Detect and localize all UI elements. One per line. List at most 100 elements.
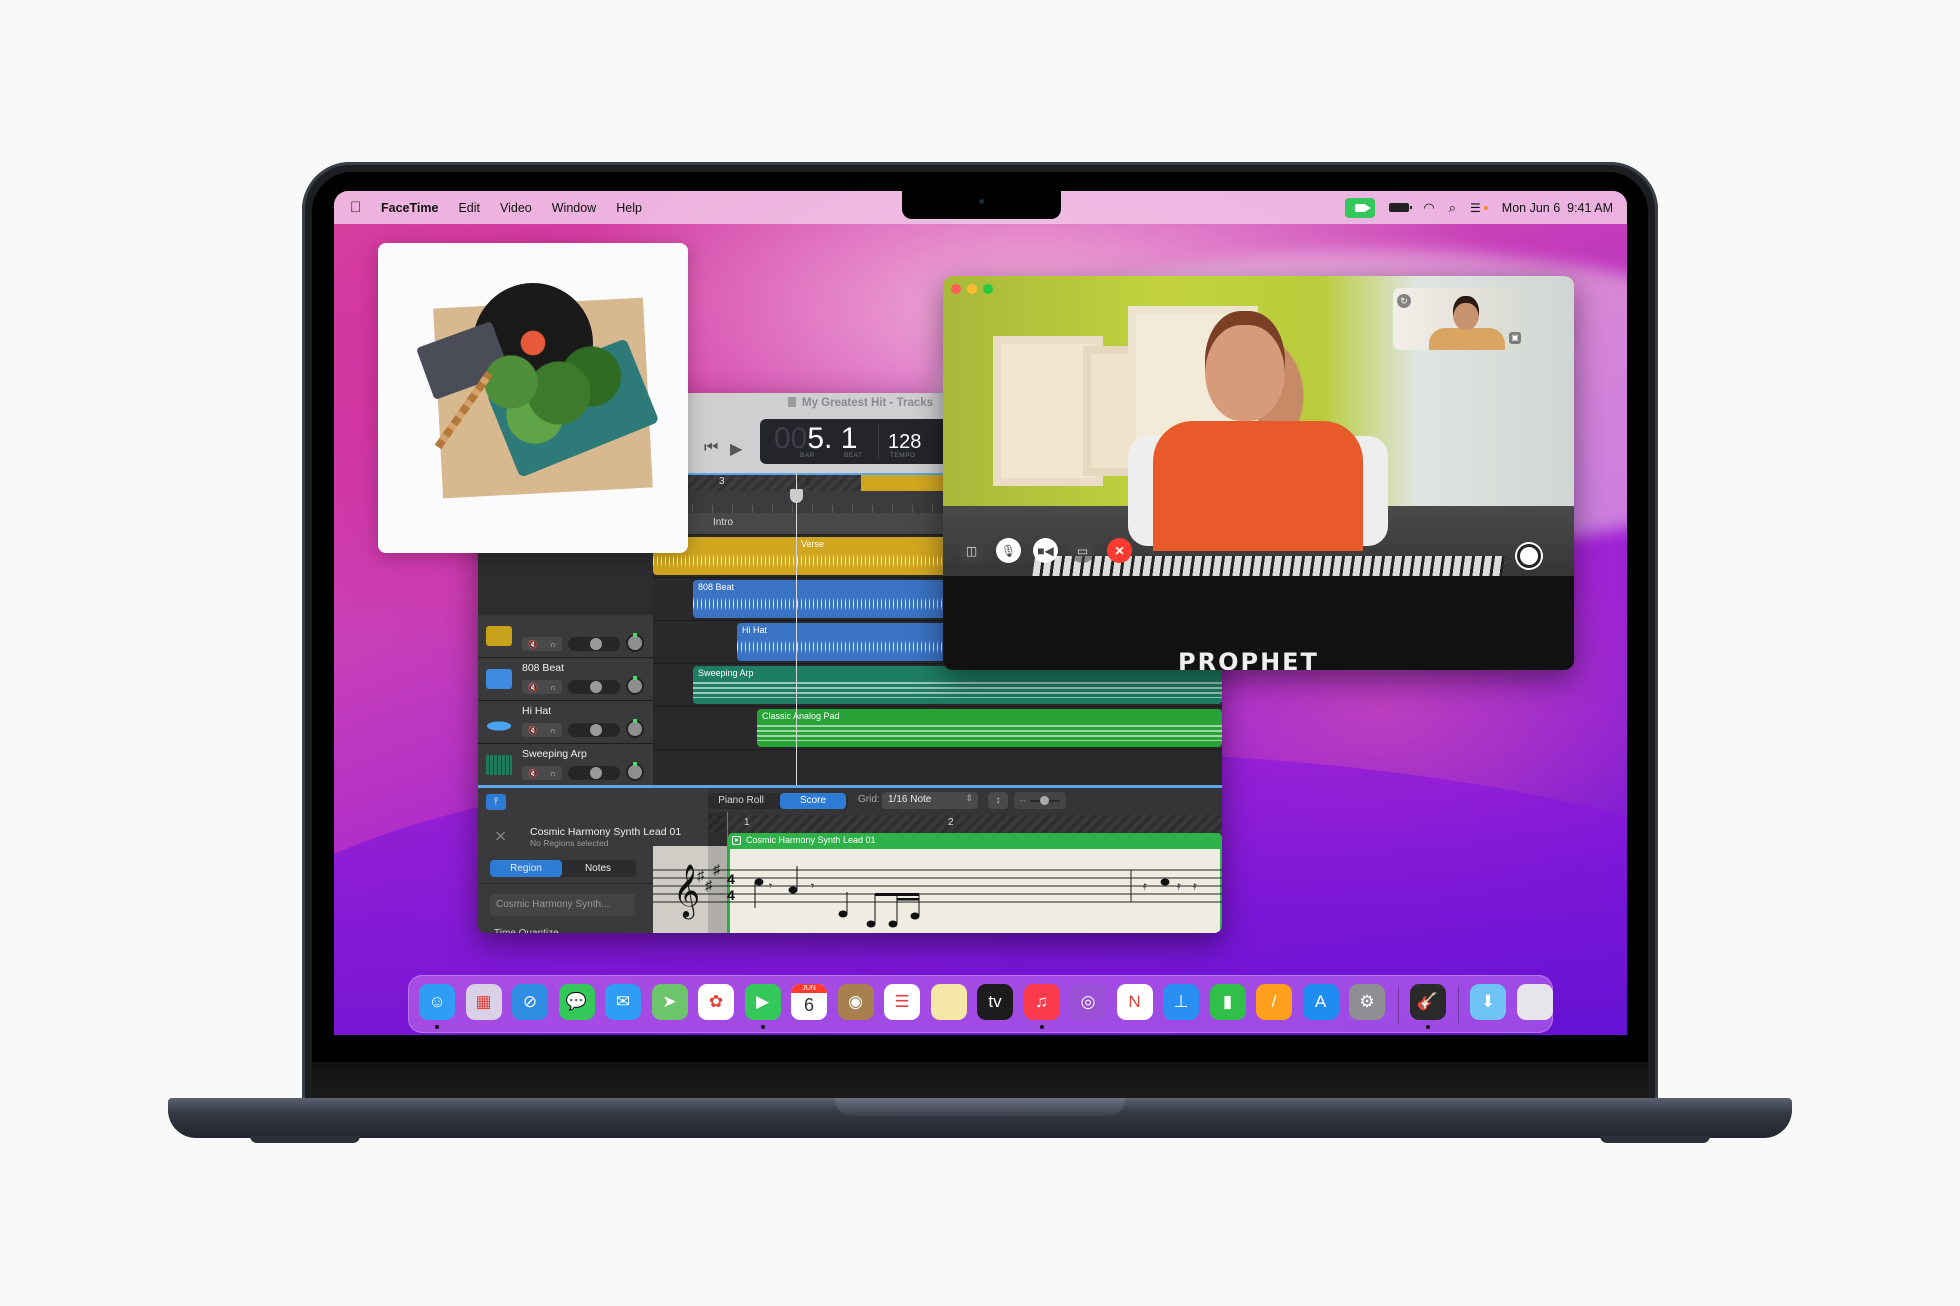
mute-icon[interactable]: 🔇 (528, 769, 538, 778)
system-preferences-icon[interactable]: ⚙ (1349, 984, 1385, 1020)
pan-knob[interactable] (626, 676, 644, 695)
reminders-icon[interactable]: ☰ (884, 984, 920, 1020)
fit-content-button[interactable]: ↕ (988, 792, 1008, 809)
sidebar-button[interactable]: ◫ (959, 538, 984, 563)
minimize-button[interactable] (967, 284, 977, 294)
volume-slider[interactable] (568, 637, 620, 651)
headphones-icon[interactable]: ∩ (550, 726, 556, 735)
facetime-icon[interactable]: ▶ (744, 984, 781, 1020)
podcasts-icon[interactable]: ◎ (1070, 984, 1106, 1020)
mute-icon[interactable]: 🔇 (528, 640, 538, 649)
facetime-active-indicator[interactable] (1345, 197, 1376, 218)
safari-icon[interactable]: ⊘ (512, 984, 548, 1020)
headphones-icon[interactable]: ∩ (550, 769, 556, 778)
volume-slider[interactable] (568, 723, 620, 737)
apple-tv-icon[interactable]: tv (977, 984, 1013, 1020)
region-notes-segmented: Region Notes (490, 860, 636, 877)
tab-notes[interactable]: Notes (562, 860, 634, 877)
launchpad-icon[interactable]: ▦ (465, 984, 502, 1020)
news-icon[interactable]: N (1116, 984, 1153, 1020)
menu-date: Mon Jun 6 (1501, 200, 1561, 215)
portrait-mode-icon[interactable]: ▣ (1509, 332, 1521, 344)
close-button[interactable] (951, 284, 961, 294)
trash-icon[interactable] (1516, 984, 1553, 1020)
end-call-button[interactable]: ✕ (1107, 538, 1132, 563)
camera-button[interactable]: ■◀ (1033, 538, 1058, 563)
grid-select[interactable]: 1/16 Note ⇕ (882, 792, 978, 809)
playhead-handle[interactable] (790, 489, 803, 503)
share-screen-button[interactable]: ▭ (1070, 538, 1095, 563)
volume-slider[interactable] (568, 766, 620, 780)
battery-icon[interactable] (1389, 203, 1413, 212)
tab-piano-roll[interactable]: Piano Roll (708, 793, 774, 809)
rewind-button[interactable]: ⏮ (704, 439, 718, 457)
finder-icon[interactable]: ☺ (419, 984, 455, 1020)
mute-icon[interactable]: 🔇 (528, 726, 538, 735)
headphones-icon[interactable]: ∩ (550, 640, 556, 649)
play-button[interactable]: ▶ (730, 439, 742, 459)
menu-help[interactable]: Help (616, 201, 642, 215)
live-photo-shutter-button[interactable] (1517, 544, 1541, 568)
tab-region[interactable]: Region (490, 860, 562, 877)
track-header[interactable]: 808 Beat 🔇 ∩ (478, 658, 653, 701)
volume-slider[interactable] (568, 680, 620, 694)
zoom-button[interactable] (983, 284, 993, 294)
horizontal-zoom-slider[interactable]: ↔ (1014, 792, 1066, 809)
album-art-card[interactable] (378, 243, 688, 553)
arrangement-marker-intro[interactable]: Intro (713, 517, 733, 528)
wifi-icon[interactable]: ◠ (1423, 200, 1434, 216)
menu-app-name[interactable]: FaceTime (381, 201, 438, 215)
art-plants (463, 338, 623, 448)
mute-solo-buttons[interactable]: 🔇 ∩ (522, 723, 562, 737)
pan-knob[interactable] (626, 762, 644, 781)
editor-ruler[interactable]: 1 2 (708, 815, 1222, 833)
search-icon[interactable]: ⌕ (1449, 200, 1456, 216)
rotate-icon[interactable]: ↻ (1397, 294, 1411, 308)
mute-icon[interactable]: 🔇 (528, 683, 538, 692)
pan-knob[interactable] (626, 633, 644, 652)
headphones-icon[interactable]: ∩ (550, 683, 556, 692)
desktop:  FaceTime Edit Video Window Help ◠ ⌕ ☰ … (334, 191, 1627, 1035)
menu-clock[interactable]: Mon Jun 6 9:41 AM (1502, 201, 1613, 215)
tab-score[interactable]: Score (780, 793, 846, 809)
notes-icon[interactable] (930, 984, 967, 1020)
music-icon[interactable]: ♫ (1023, 984, 1060, 1020)
track-header[interactable]: 🔇 ∩ (478, 615, 653, 658)
track-header[interactable]: Sweeping Arp 🔇 ∩ (478, 744, 653, 787)
apple-menu-icon[interactable]:  (350, 200, 363, 215)
self-view-pip[interactable]: ↻ ▣ (1393, 288, 1527, 350)
score-region-header[interactable]: Cosmic Harmony Synth Lead 01 (728, 833, 1222, 849)
menu-edit[interactable]: Edit (458, 201, 480, 215)
mute-solo-buttons[interactable]: 🔇 ∩ (522, 637, 562, 651)
midi-region[interactable]: Sweeping Arp (693, 666, 1222, 704)
downloads-folder-icon[interactable]: ⬇ (1470, 984, 1506, 1020)
smart-controls-button[interactable]: ⫯ (486, 794, 506, 810)
video-camera-icon: ■◀ (1037, 543, 1054, 558)
dock-separator (1397, 986, 1399, 1024)
lcd-display[interactable]: 005. 1 BAR BEAT 128 TEMPO A (760, 419, 960, 464)
menu-window[interactable]: Window (552, 201, 596, 215)
calendar-icon[interactable]: JUN 6 (791, 984, 827, 1020)
mail-icon[interactable]: ✉ (605, 984, 641, 1020)
track-header[interactable]: Hi Hat 🔇 ∩ (478, 701, 653, 744)
mute-solo-buttons[interactable]: 🔇 ∩ (522, 680, 562, 694)
maps-icon[interactable]: ➤ (651, 984, 688, 1020)
mute-solo-buttons[interactable]: 🔇 ∩ (522, 766, 562, 780)
messages-icon[interactable]: 💬 (558, 984, 595, 1020)
slider-knob[interactable] (1040, 796, 1049, 805)
control-center-icon[interactable]: ☰ (1470, 201, 1488, 215)
pan-knob[interactable] (626, 719, 644, 738)
garageband-icon[interactable]: 🎸 (1409, 984, 1446, 1020)
menu-video[interactable]: Video (500, 201, 532, 215)
numbers-icon[interactable]: ▮ (1209, 984, 1246, 1020)
photos-icon[interactable]: ✿ (698, 984, 734, 1020)
region-name-field[interactable]: Cosmic Harmony Synth... (490, 894, 635, 916)
pages-icon[interactable]: / (1256, 984, 1292, 1020)
midi-region[interactable]: Classic Analog Pad (757, 709, 1222, 747)
lcd-tempo[interactable]: 128 (888, 431, 921, 454)
mute-button[interactable]: 🎙 (996, 538, 1021, 563)
keynote-icon[interactable]: ⊥ (1163, 984, 1199, 1020)
app-store-icon[interactable]: A (1302, 984, 1339, 1020)
playhead[interactable] (796, 473, 797, 785)
contacts-icon[interactable]: ◉ (837, 984, 874, 1020)
